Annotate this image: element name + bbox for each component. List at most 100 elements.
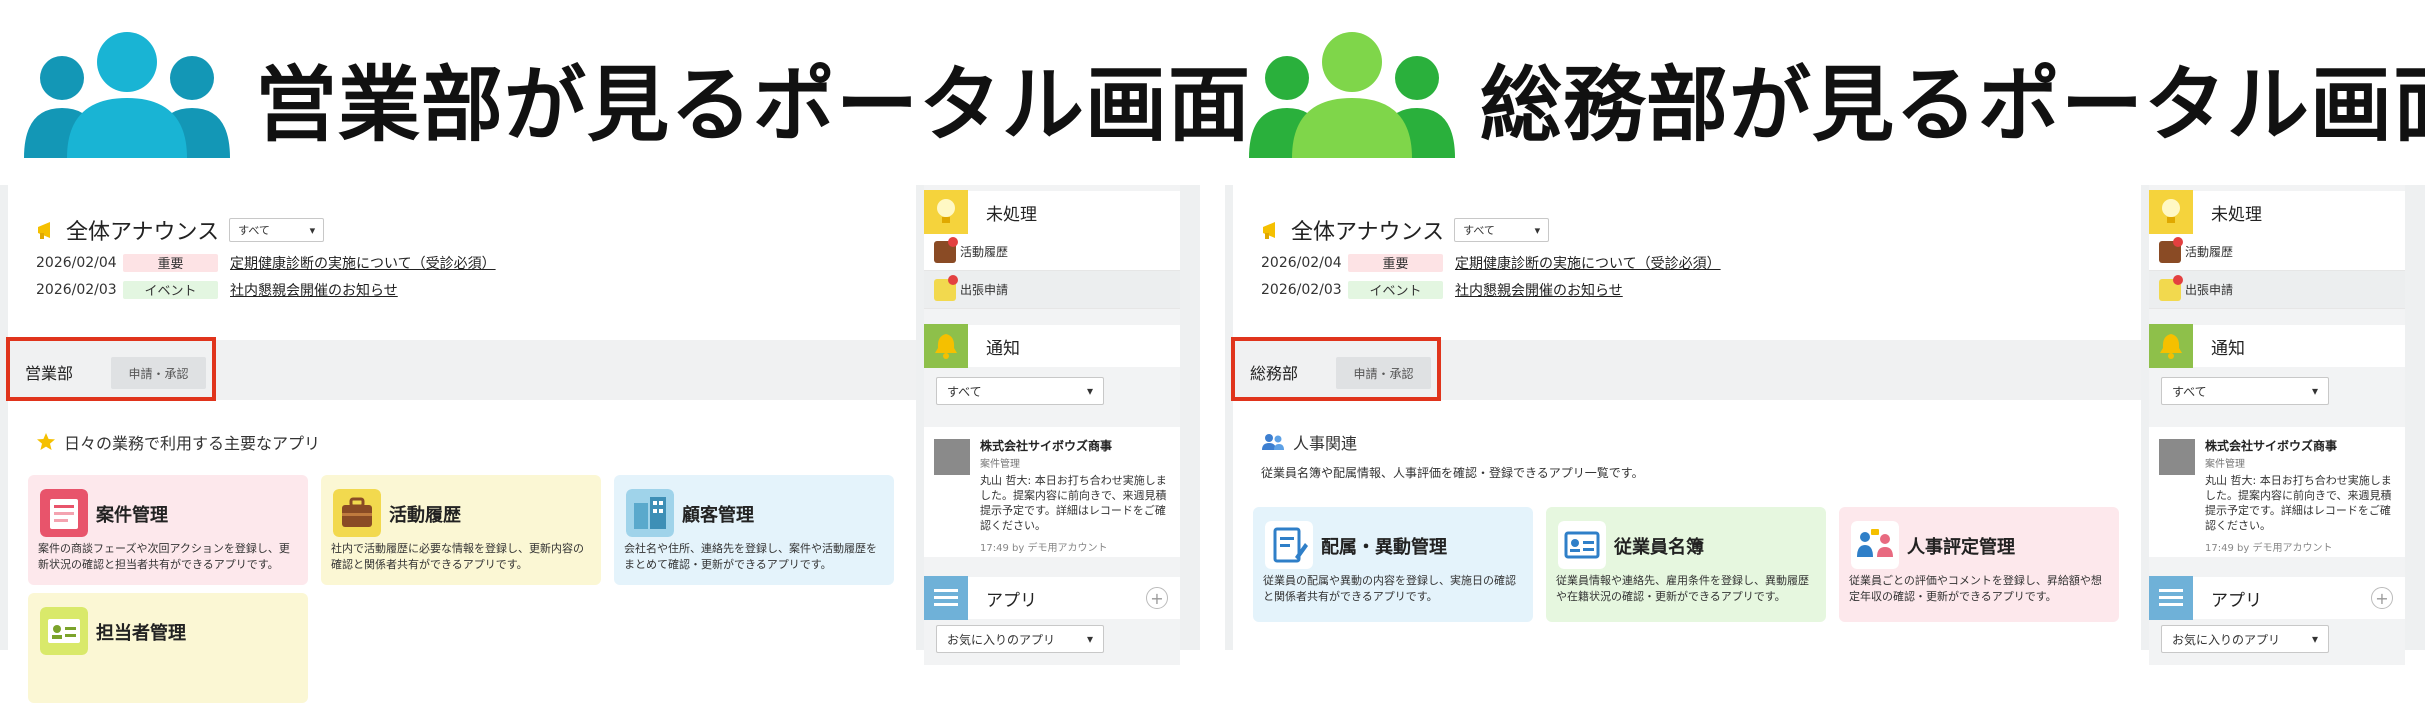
chevron-down-icon: ▾ (2311, 632, 2318, 646)
portal-sidebar: 未処理 活動履歴 出張申請 通知 すべて ▾ 株式会社サイボウズ商事 案件管理 丸… (924, 185, 1180, 665)
panel-header: 総務部が見るポータル画面 (1225, 0, 2425, 180)
pending-item[interactable]: 出張申請 (924, 271, 1180, 309)
building-icon (626, 489, 674, 537)
pending-title: 未処理 (2211, 204, 2262, 225)
portal-screenshot: 全体アナウンス すべて ▾ 2026/02/04 重要 定期健康診断の実施について… (0, 185, 1200, 703)
portal-main: 全体アナウンス すべて ▾ 2026/02/04 重要 定期健康診断の実施について… (1231, 185, 2141, 650)
briefcase-icon (2159, 236, 2183, 263)
status-badge: 重要 (123, 253, 218, 272)
apps-panel: アプリ + お気に入りのアプリ ▾ (924, 576, 1180, 665)
announcement-link[interactable]: 定期健康診断の実施について（受診必須） (1455, 253, 1721, 273)
chevron-down-icon: ▾ (2311, 384, 2318, 398)
megaphone-icon (1263, 222, 1275, 239)
star-icon (37, 433, 55, 450)
add-icon[interactable]: + (1146, 587, 1168, 609)
app-card[interactable]: 活動履歴 社内で活動履歴に必要な情報を登録し、更新内容の確認と関係者共有ができる… (321, 475, 601, 585)
bell-icon (2149, 324, 2193, 368)
section-title: 人事関連 (1293, 434, 1358, 453)
portal-screenshot: 全体アナウンス すべて ▾ 2026/02/04 重要 定期健康診断の実施について… (1225, 185, 2425, 665)
id-card-icon (1558, 521, 1606, 569)
briefcase-icon (333, 489, 381, 537)
announcement-row: 2026/02/04 重要 定期健康診断の実施について（受診必須） (1261, 253, 1721, 273)
notification-filter[interactable]: すべて ▾ (2161, 377, 2329, 405)
announcement-filter[interactable]: すべて ▾ (229, 218, 325, 242)
section-title: 日々の業務で利用する主要なアプリ (64, 434, 321, 453)
app-card[interactable]: 顧客管理 会社名や住所、連絡先を登録し、案件や活動履歴をまとめて確認・更新ができ… (614, 475, 894, 585)
person-card-icon (40, 607, 88, 655)
announcement-row: 2026/02/03 イベント 社内懇親会開催のお知らせ (1261, 280, 1623, 300)
megaphone-icon (38, 222, 50, 239)
app-card[interactable]: 案件管理 案件の商談フェーズや次回アクションを登録し、更新状況の確認と担当者共有… (28, 475, 308, 585)
chevron-down-icon: ▾ (1086, 632, 1093, 646)
announcement-row: 2026/02/03 イベント 社内懇親会開催のお知らせ (36, 280, 398, 300)
list-icon (924, 576, 968, 620)
apps-section: 日々の業務で利用する主要なアプリ (36, 430, 896, 454)
announcement-block: 全体アナウンス すべて ▾ 2026/02/04 重要 定期健康診断の実施について… (1261, 213, 2121, 301)
notification-panel: 通知 すべて ▾ 株式会社サイボウズ商事 案件管理 丸山 哲大: 本日お打ち合わせ… (924, 324, 1180, 557)
notification-panel: 通知 すべて ▾ 株式会社サイボウズ商事 案件管理 丸山 哲大: 本日お打ち合わせ… (2149, 324, 2405, 557)
team-icon (1249, 32, 1455, 158)
bell-icon (924, 324, 968, 368)
calendar-icon (934, 274, 958, 301)
lightbulb-icon (2149, 190, 2193, 234)
chevron-down-icon: ▾ (309, 223, 316, 237)
portal-sidebar: 未処理 活動履歴 出張申請 通知 すべて ▾ 株式会社サイボウズ商事 案件管理 丸… (2149, 185, 2405, 665)
section-description: 従業員名簿や配属情報、人事評価を確認・登録できるアプリ一覧です。 (1261, 466, 1644, 480)
apps-title: アプリ (2211, 590, 2262, 611)
highlight-box (6, 337, 216, 401)
case-icon (40, 489, 88, 537)
avatar (934, 439, 970, 475)
people-talk-icon (1851, 521, 1899, 569)
pending-panel: 未処理 活動履歴 出張申請 (2149, 190, 2405, 309)
chevron-down-icon: ▾ (1086, 384, 1093, 398)
apps-title: アプリ (986, 590, 1037, 611)
status-badge: イベント (123, 280, 218, 299)
notification-item[interactable]: 株式会社サイボウズ商事 案件管理 丸山 哲大: 本日お打ち合わせ実施しました。提… (2149, 427, 2405, 557)
chevron-down-icon: ▾ (1534, 223, 1541, 237)
tab-bar: 総務部 申請・承認 (1231, 337, 2141, 401)
calendar-icon (2159, 274, 2183, 301)
avatar (2159, 439, 2195, 475)
announcement-link[interactable]: 社内懇親会開催のお知らせ (230, 280, 398, 300)
sales-portal-panel: 営業部が見るポータル画面 全体アナウンス すべて ▾ 2026/02/04 重要 … (0, 0, 1250, 703)
announcement-link[interactable]: 定期健康診断の実施について（受診必須） (230, 253, 496, 273)
status-badge: 重要 (1348, 253, 1443, 272)
apps-filter[interactable]: お気に入りのアプリ ▾ (936, 625, 1104, 653)
general-affairs-portal-panel: 総務部が見るポータル画面 全体アナウンス すべて ▾ 2026/02/04 重要 … (1225, 0, 2425, 665)
highlight-box (1231, 337, 1441, 401)
announcement-row: 2026/02/04 重要 定期健康診断の実施について（受診必須） (36, 253, 496, 273)
pending-panel: 未処理 活動履歴 出張申請 (924, 190, 1180, 309)
announcement-title: 全体アナウンス (1291, 220, 1445, 245)
notification-title: 通知 (2211, 338, 2245, 359)
notification-item[interactable]: 株式会社サイボウズ商事 案件管理 丸山 哲大: 本日お打ち合わせ実施しました。提… (924, 427, 1180, 557)
add-icon[interactable]: + (2371, 587, 2393, 609)
document-pen-icon (1265, 521, 1313, 569)
announcement-filter[interactable]: すべて ▾ (1454, 218, 1550, 242)
status-badge: イベント (1348, 280, 1443, 299)
announcement-title: 全体アナウンス (66, 220, 220, 245)
people-icon (1262, 434, 1284, 450)
app-card[interactable]: 担当者管理 (28, 593, 308, 703)
apps-section: 人事関連 従業員名簿や配属情報、人事評価を確認・登録できるアプリ一覧です。 (1261, 430, 2121, 481)
briefcase-icon (934, 236, 958, 263)
portal-main: 全体アナウンス すべて ▾ 2026/02/04 重要 定期健康診断の実施について… (6, 185, 916, 703)
app-card[interactable]: 配属・異動管理 従業員の配属や異動の内容を登録し、実施日の確認と関係者共有ができ… (1253, 507, 1533, 622)
announcement-link[interactable]: 社内懇親会開催のお知らせ (1455, 280, 1623, 300)
page-title: 総務部が見るポータル画面 (1480, 58, 2425, 153)
lightbulb-icon (924, 190, 968, 234)
apps-panel: アプリ + お気に入りのアプリ ▾ (2149, 576, 2405, 665)
panel-header: 営業部が見るポータル画面 (0, 0, 1250, 180)
app-card[interactable]: 人事評定管理 従業員ごとの評価やコメントを登録し、昇給額や想定年収の確認・更新が… (1839, 507, 2119, 622)
announcement-block: 全体アナウンス すべて ▾ 2026/02/04 重要 定期健康診断の実施について… (36, 213, 896, 301)
apps-filter[interactable]: お気に入りのアプリ ▾ (2161, 625, 2329, 653)
pending-item[interactable]: 活動履歴 (2149, 233, 2405, 271)
app-card[interactable]: 従業員名簿 従業員情報や連絡先、雇用条件を登録し、異動履歴や在籍状況の確認・更新… (1546, 507, 1826, 622)
notification-filter[interactable]: すべて ▾ (936, 377, 1104, 405)
list-icon (2149, 576, 2193, 620)
notification-title: 通知 (986, 338, 1020, 359)
team-icon (24, 32, 230, 158)
pending-item[interactable]: 活動履歴 (924, 233, 1180, 271)
page-title: 営業部が見るポータル画面 (255, 58, 1252, 153)
pending-title: 未処理 (986, 204, 1037, 225)
pending-item[interactable]: 出張申請 (2149, 271, 2405, 309)
